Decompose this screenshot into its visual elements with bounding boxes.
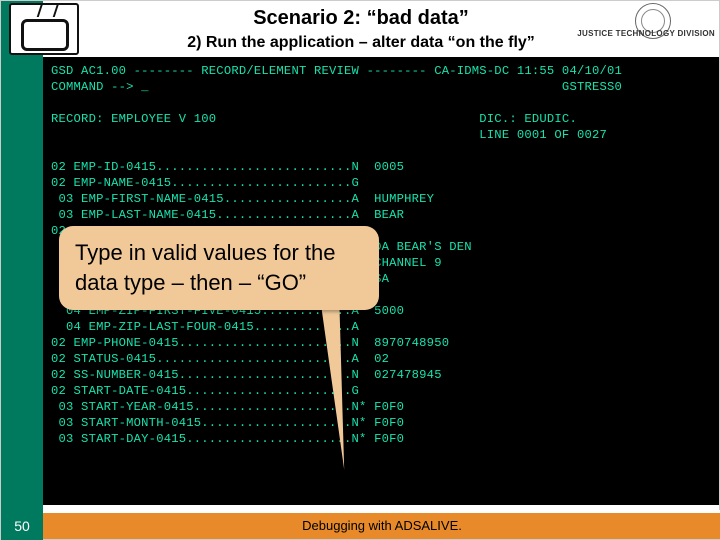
terminal-line: 04 EMP-ZIP-LAST-FOUR-0415.............A [51,319,711,335]
terminal-line [51,143,711,159]
footer-caption: Debugging with ADSALIVE. [43,513,720,539]
department-label: JUSTICE TECHNOLOGY DIVISION [577,29,715,38]
terminal-line: 02 STATUS-0415..........................… [51,351,711,367]
callout-bubble: Type in valid values for the data type –… [59,226,379,310]
terminal-line: 03 EMP-FIRST-NAME-0415.................A… [51,191,711,207]
terminal-line: LINE 0001 OF 0027 [51,127,711,143]
terminal-line: COMMAND --> _ GSTRESS0 [51,79,711,95]
header: Scenario 2: “bad data” 2) Run the applic… [1,1,720,52]
terminal-line: 03 START-DAY-0415......................N… [51,431,711,447]
page-number: 50 [1,513,43,539]
terminal-line: 03 EMP-LAST-NAME-0415..................A… [51,207,711,223]
terminal-line: 02 EMP-ID-0415..........................… [51,159,711,175]
terminal-line: 02 EMP-NAME-0415........................… [51,175,711,191]
left-strip [1,1,43,540]
terminal-line: 03 START-YEAR-0415.....................N… [51,399,711,415]
terminal-line [51,95,711,111]
terminal-line: 02 EMP-PHONE-0415.......................… [51,335,711,351]
terminal-line: 03 START-MONTH-0415....................N… [51,415,711,431]
terminal-line: 02 START-DATE-0415......................… [51,383,711,399]
slide-title: Scenario 2: “bad data” [1,7,720,30]
slide: Scenario 2: “bad data” 2) Run the applic… [0,0,720,540]
terminal-line: 02 SS-NUMBER-0415.......................… [51,367,711,383]
terminal-line: GSD AC1.00 -------- RECORD/ELEMENT REVIE… [51,63,711,79]
callout-text: Type in valid values for the data type –… [75,240,335,295]
footer: Debugging with ADSALIVE. 50 [1,503,720,539]
terminal-line: RECORD: EMPLOYEE V 100 DIC.: EDUDIC. [51,111,711,127]
